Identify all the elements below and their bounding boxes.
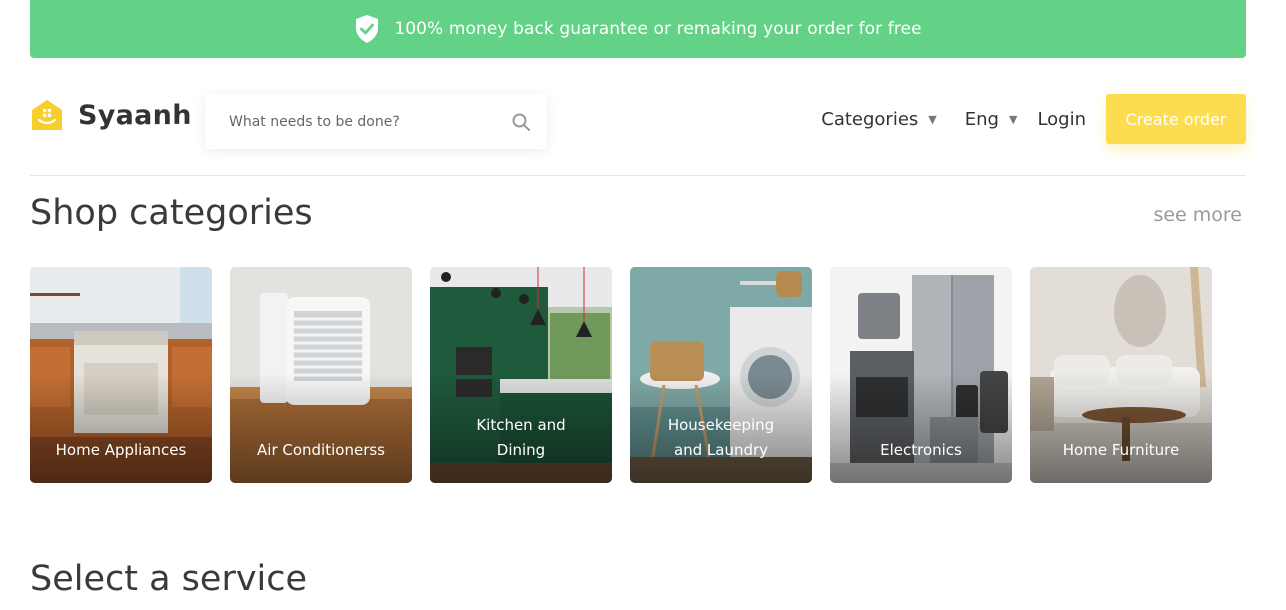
card-overlay [1030, 373, 1212, 483]
language-dropdown[interactable]: Eng ▼ [965, 109, 1018, 130]
top-nav: Categories ▼ Eng ▼ Login Create order [821, 94, 1246, 144]
language-label: Eng [964, 108, 999, 130]
category-label: Housekeeping and Laundry [667, 416, 775, 459]
category-label: Home Furniture [1062, 441, 1180, 459]
banner-text: 100% money back guarantee or remaking yo… [394, 19, 922, 39]
card-overlay [830, 373, 1012, 483]
category-label: Electronics [880, 441, 962, 459]
category-card-electronics[interactable]: Electronics [830, 267, 1012, 483]
select-service-title: Select a service [30, 559, 308, 599]
category-card-home-appliances[interactable]: Home Appliances [30, 267, 212, 483]
search-icon[interactable] [511, 112, 531, 132]
shield-check-icon [354, 14, 380, 44]
login-link[interactable]: Login [1037, 109, 1086, 130]
search-input[interactable] [229, 113, 511, 130]
category-card-home-furniture[interactable]: Home Furniture [1030, 267, 1212, 483]
card-overlay [230, 373, 412, 483]
category-cards: Home Appliances Air Conditionerss Kitche… [30, 267, 1212, 483]
header-divider [30, 175, 1246, 176]
brand-logo[interactable]: Syaanh [30, 98, 192, 132]
categories-dropdown[interactable]: Categories ▼ [821, 109, 937, 130]
see-more-link[interactable]: see more [1153, 204, 1242, 226]
category-card-air-conditioners[interactable]: Air Conditionerss [230, 267, 412, 483]
brand-name: Syaanh [78, 99, 192, 131]
category-label: Air Conditionerss [257, 441, 385, 459]
house-logo-icon [30, 98, 64, 132]
caret-down-icon: ▼ [928, 112, 937, 126]
create-order-button[interactable]: Create order [1106, 94, 1246, 144]
shop-categories-title: Shop categories [30, 193, 313, 233]
category-card-kitchen-dining[interactable]: Kitchen and Dining [430, 267, 612, 483]
category-label: Kitchen and Dining [476, 416, 566, 459]
guarantee-banner: 100% money back guarantee or remaking yo… [30, 0, 1246, 58]
category-label: Home Appliances [55, 441, 187, 459]
card-overlay [30, 373, 212, 483]
categories-label: Categories [821, 108, 919, 130]
category-card-housekeeping-laundry[interactable]: Housekeeping and Laundry [630, 267, 812, 483]
search-box [205, 94, 547, 149]
caret-down-icon: ▼ [1008, 112, 1018, 126]
